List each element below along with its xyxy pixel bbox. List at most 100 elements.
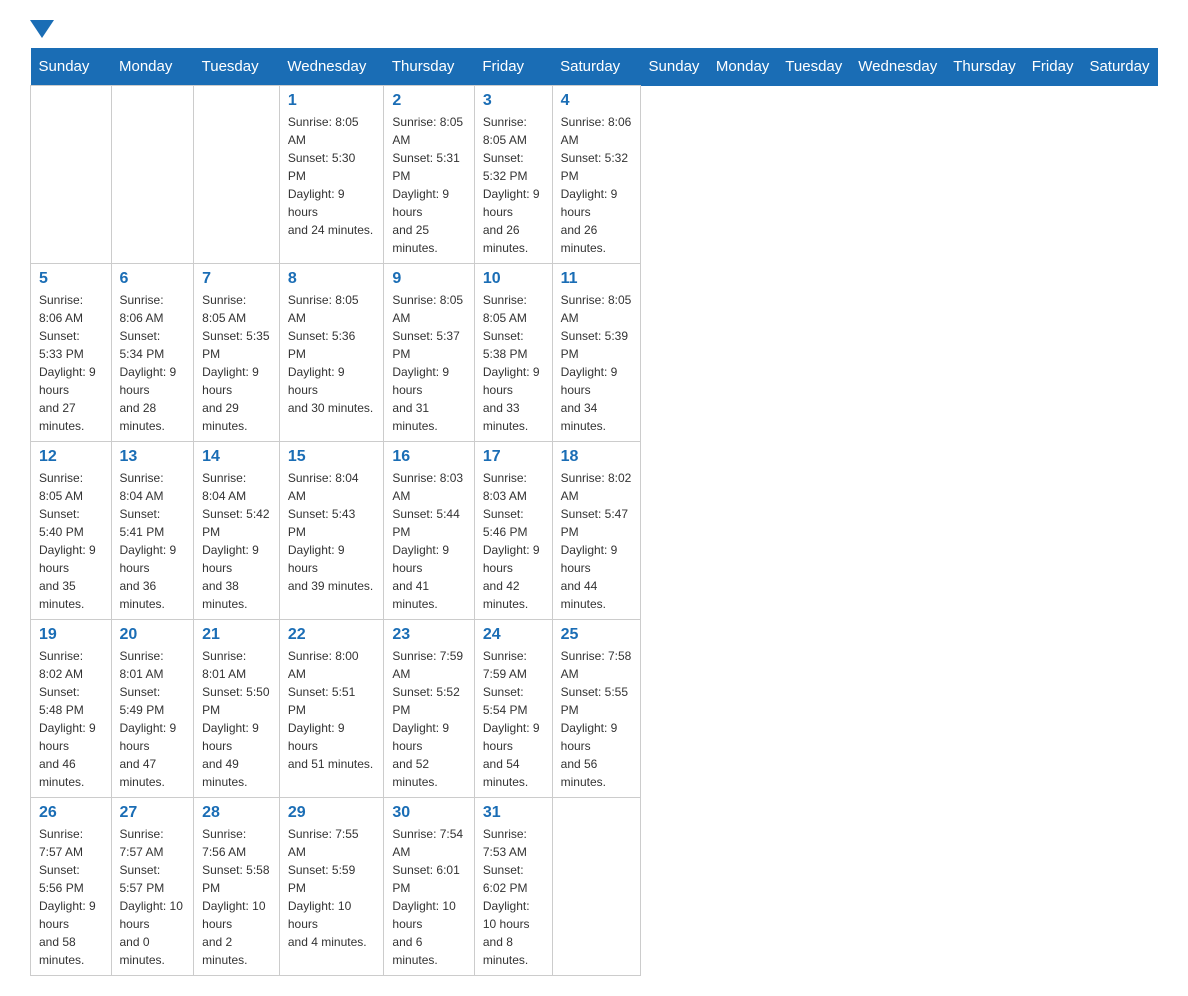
day-number: 20 (120, 626, 186, 644)
calendar-cell: 14 Sunrise: 8:04 AMSunset: 5:42 PMDayligh… (194, 442, 280, 620)
calendar-cell (194, 86, 280, 264)
calendar-cell: 19Sunrise: 8:02 AMSunset: 5:48 PMDayligh… (31, 620, 112, 798)
day-info: Sunrise: 7:58 AMSunset: 5:55 PMDaylight:… (561, 647, 632, 791)
calendar-cell: 26 Sunrise: 7:57 AMSunset: 5:56 PMDayligh… (31, 798, 112, 976)
calendar-cell (31, 86, 112, 264)
calendar-cell: 11 Sunrise: 8:05 AMSunset: 5:39 PMDayligh… (552, 264, 640, 442)
day-info: Sunrise: 8:05 AMSunset: 5:32 PMDaylight:… (483, 113, 544, 257)
logo (30, 20, 58, 38)
day-header-friday: Friday (1024, 48, 1082, 86)
calendar-cell: 27 Sunrise: 7:57 AMSunset: 5:57 PMDayligh… (111, 798, 194, 976)
day-number: 7 (202, 270, 271, 288)
day-info: Sunrise: 8:01 AMSunset: 5:50 PMDaylight:… (202, 647, 271, 791)
day-info: Sunrise: 8:00 AMSunset: 5:51 PMDaylight:… (288, 647, 376, 773)
calendar-cell: 1 Sunrise: 8:05 AMSunset: 5:30 PMDaylight… (279, 86, 384, 264)
calendar-cell: 4 Sunrise: 8:06 AMSunset: 5:32 PMDaylight… (552, 86, 640, 264)
calendar-cell: 31Sunrise: 7:53 AMSunset: 6:02 PMDayligh… (474, 798, 552, 976)
calendar-cell (111, 86, 194, 264)
day-number: 1 (288, 92, 376, 110)
calendar-cell: 23 Sunrise: 7:59 AMSunset: 5:52 PMDayligh… (384, 620, 474, 798)
day-info: Sunrise: 7:54 AMSunset: 6:01 PMDaylight:… (392, 825, 465, 969)
day-number: 5 (39, 270, 103, 288)
day-info: Sunrise: 7:55 AMSunset: 5:59 PMDaylight:… (288, 825, 376, 951)
day-info: Sunrise: 7:59 AMSunset: 5:54 PMDaylight:… (483, 647, 544, 791)
calendar-cell: 21 Sunrise: 8:01 AMSunset: 5:50 PMDayligh… (194, 620, 280, 798)
calendar-cell: 6Sunrise: 8:06 AMSunset: 5:34 PMDaylight… (111, 264, 194, 442)
day-info: Sunrise: 8:03 AMSunset: 5:44 PMDaylight:… (392, 469, 465, 613)
day-info: Sunrise: 8:05 AMSunset: 5:38 PMDaylight:… (483, 291, 544, 435)
calendar-week-3: 12Sunrise: 8:05 AMSunset: 5:40 PMDayligh… (31, 442, 1158, 620)
calendar-week-2: 5 Sunrise: 8:06 AMSunset: 5:33 PMDaylight… (31, 264, 1158, 442)
day-number: 4 (561, 92, 632, 110)
header (30, 20, 1158, 38)
day-info: Sunrise: 8:05 AMSunset: 5:35 PMDaylight:… (202, 291, 271, 435)
calendar-table: SundayMondayTuesdayWednesdayThursdayFrid… (30, 48, 1158, 976)
calendar-cell: 12Sunrise: 8:05 AMSunset: 5:40 PMDayligh… (31, 442, 112, 620)
calendar-cell: 5 Sunrise: 8:06 AMSunset: 5:33 PMDaylight… (31, 264, 112, 442)
calendar-cell: 25Sunrise: 7:58 AMSunset: 5:55 PMDayligh… (552, 620, 640, 798)
day-info: Sunrise: 7:57 AMSunset: 5:57 PMDaylight:… (120, 825, 186, 969)
day-info: Sunrise: 8:05 AMSunset: 5:30 PMDaylight:… (288, 113, 376, 239)
day-header-sunday: Sunday (31, 48, 112, 86)
day-number: 2 (392, 92, 465, 110)
calendar-cell: 18Sunrise: 8:02 AMSunset: 5:47 PMDayligh… (552, 442, 640, 620)
day-info: Sunrise: 7:57 AMSunset: 5:56 PMDaylight:… (39, 825, 103, 969)
day-info: Sunrise: 8:06 AMSunset: 5:33 PMDaylight:… (39, 291, 103, 435)
day-number: 29 (288, 804, 376, 822)
calendar-week-4: 19Sunrise: 8:02 AMSunset: 5:48 PMDayligh… (31, 620, 1158, 798)
logo-arrow-icon (30, 20, 54, 38)
calendar-cell: 3 Sunrise: 8:05 AMSunset: 5:32 PMDaylight… (474, 86, 552, 264)
calendar-week-5: 26 Sunrise: 7:57 AMSunset: 5:56 PMDayligh… (31, 798, 1158, 976)
day-header-saturday: Saturday (1081, 48, 1157, 86)
day-header-tuesday: Tuesday (194, 48, 280, 86)
day-number: 24 (483, 626, 544, 644)
calendar-cell: 20 Sunrise: 8:01 AMSunset: 5:49 PMDayligh… (111, 620, 194, 798)
day-number: 30 (392, 804, 465, 822)
day-info: Sunrise: 7:56 AMSunset: 5:58 PMDaylight:… (202, 825, 271, 969)
day-info: Sunrise: 8:04 AMSunset: 5:41 PMDaylight:… (120, 469, 186, 613)
day-info: Sunrise: 8:05 AMSunset: 5:39 PMDaylight:… (561, 291, 632, 435)
day-number: 28 (202, 804, 271, 822)
calendar-cell: 22Sunrise: 8:00 AMSunset: 5:51 PMDayligh… (279, 620, 384, 798)
day-info: Sunrise: 8:06 AMSunset: 5:32 PMDaylight:… (561, 113, 632, 257)
calendar-cell: 28 Sunrise: 7:56 AMSunset: 5:58 PMDayligh… (194, 798, 280, 976)
day-number: 18 (561, 448, 632, 466)
calendar-cell: 15 Sunrise: 8:04 AMSunset: 5:43 PMDayligh… (279, 442, 384, 620)
day-info: Sunrise: 8:04 AMSunset: 5:42 PMDaylight:… (202, 469, 271, 613)
day-header-monday: Monday (708, 48, 777, 86)
day-number: 26 (39, 804, 103, 822)
day-info: Sunrise: 8:05 AMSunset: 5:36 PMDaylight:… (288, 291, 376, 417)
day-header-saturday: Saturday (552, 48, 640, 86)
day-header-friday: Friday (474, 48, 552, 86)
day-number: 11 (561, 270, 632, 288)
day-header-thursday: Thursday (384, 48, 474, 86)
day-number: 16 (392, 448, 465, 466)
calendar-cell: 30 Sunrise: 7:54 AMSunset: 6:01 PMDayligh… (384, 798, 474, 976)
day-number: 12 (39, 448, 103, 466)
calendar-cell: 16 Sunrise: 8:03 AMSunset: 5:44 PMDayligh… (384, 442, 474, 620)
day-info: Sunrise: 8:05 AMSunset: 5:37 PMDaylight:… (392, 291, 465, 435)
day-number: 15 (288, 448, 376, 466)
day-number: 23 (392, 626, 465, 644)
day-header-sunday: Sunday (641, 48, 708, 86)
day-info: Sunrise: 8:01 AMSunset: 5:49 PMDaylight:… (120, 647, 186, 791)
day-header-wednesday: Wednesday (279, 48, 384, 86)
day-info: Sunrise: 8:02 AMSunset: 5:48 PMDaylight:… (39, 647, 103, 791)
calendar-cell: 29 Sunrise: 7:55 AMSunset: 5:59 PMDayligh… (279, 798, 384, 976)
day-number: 14 (202, 448, 271, 466)
day-number: 6 (120, 270, 186, 288)
day-number: 3 (483, 92, 544, 110)
day-info: Sunrise: 8:04 AMSunset: 5:43 PMDaylight:… (288, 469, 376, 595)
calendar-header-row: SundayMondayTuesdayWednesdayThursdayFrid… (31, 48, 1158, 86)
day-number: 9 (392, 270, 465, 288)
day-header-wednesday: Wednesday (850, 48, 945, 86)
day-number: 21 (202, 626, 271, 644)
day-info: Sunrise: 8:03 AMSunset: 5:46 PMDaylight:… (483, 469, 544, 613)
calendar-cell (552, 798, 640, 976)
day-number: 27 (120, 804, 186, 822)
calendar-cell: 8 Sunrise: 8:05 AMSunset: 5:36 PMDaylight… (279, 264, 384, 442)
day-number: 8 (288, 270, 376, 288)
day-info: Sunrise: 7:59 AMSunset: 5:52 PMDaylight:… (392, 647, 465, 791)
calendar-cell: 7 Sunrise: 8:05 AMSunset: 5:35 PMDaylight… (194, 264, 280, 442)
calendar-cell: 2Sunrise: 8:05 AMSunset: 5:31 PMDaylight… (384, 86, 474, 264)
